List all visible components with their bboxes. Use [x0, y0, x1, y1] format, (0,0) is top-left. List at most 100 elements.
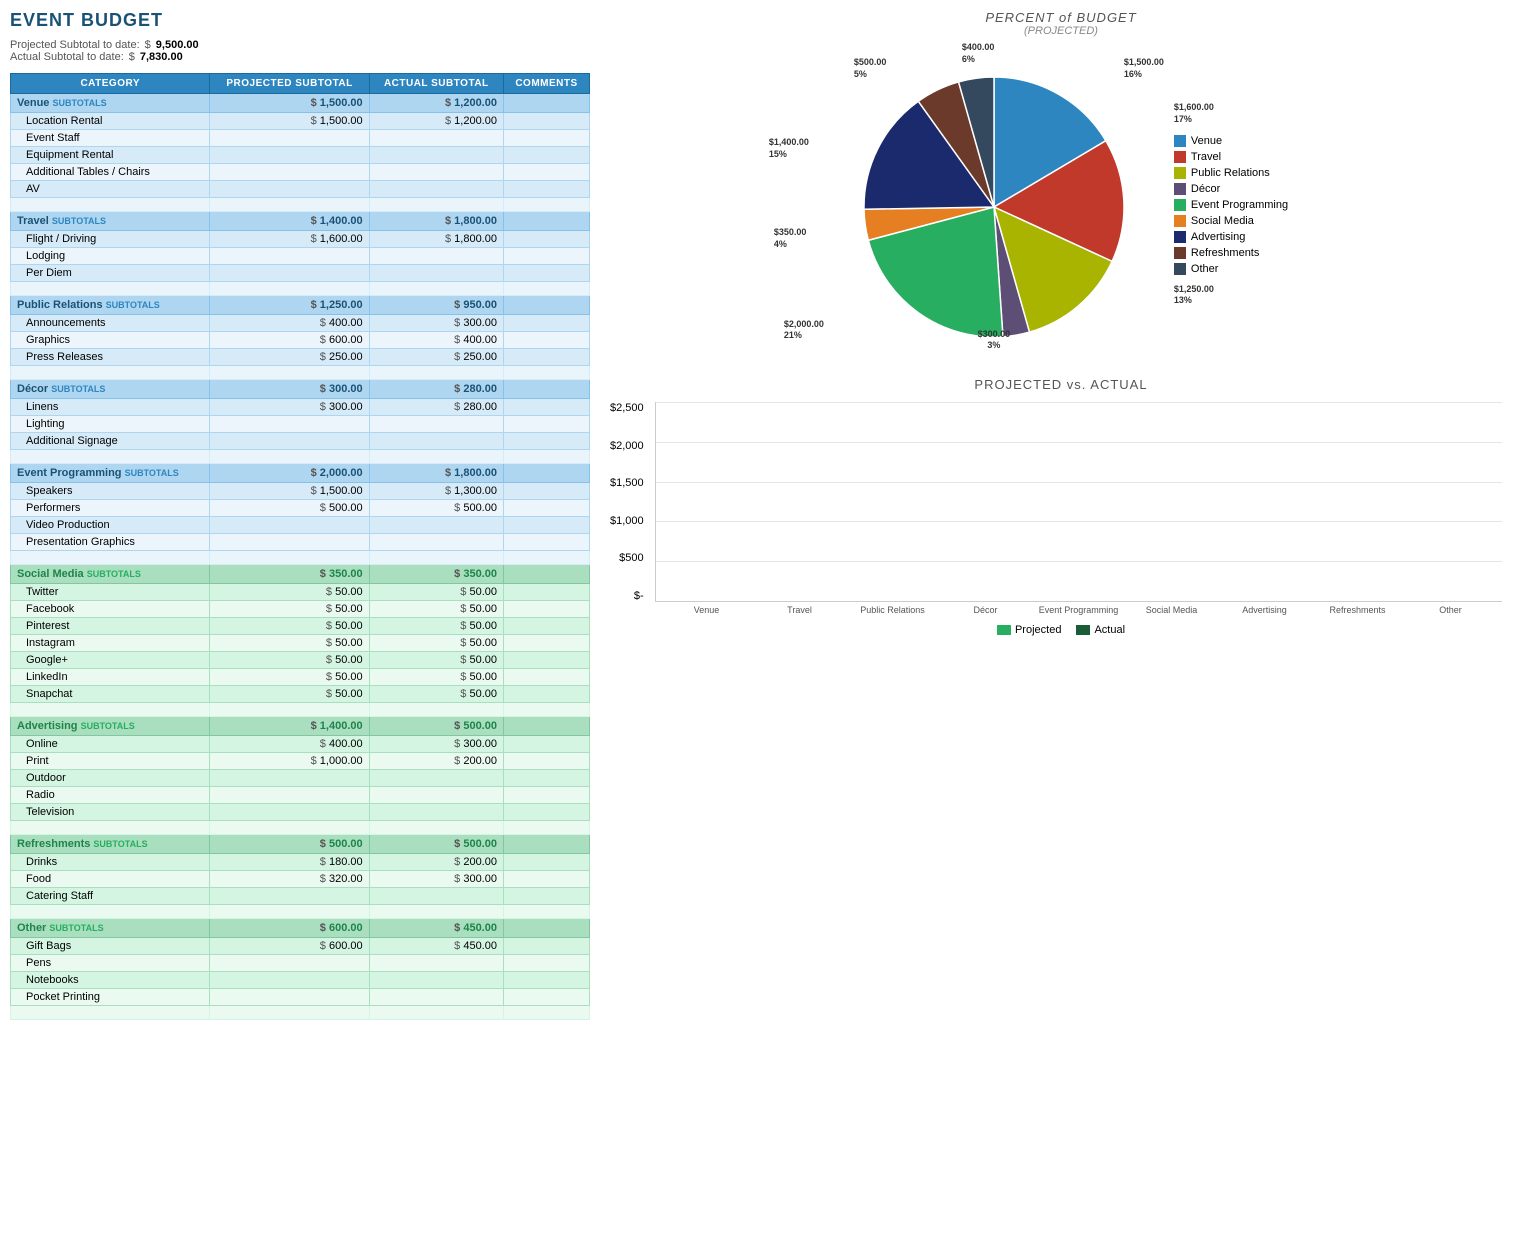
item-projected: $ 50.00 — [210, 635, 369, 652]
table-row: Pocket Printing — [11, 989, 590, 1006]
empty-row — [11, 821, 590, 835]
item-comments — [503, 164, 589, 181]
category-name: Public Relations — [17, 299, 103, 311]
legend-color-box — [1174, 199, 1186, 211]
table-row: Performers$ 500.00$ 500.00 — [11, 500, 590, 517]
item-actual: $ 300.00 — [369, 736, 503, 753]
legend-label: Public Relations — [1191, 167, 1270, 179]
legend-label: Event Programming — [1191, 199, 1288, 211]
item-name: Food — [11, 871, 210, 888]
item-name: Location Rental — [11, 113, 210, 130]
empty-row — [11, 551, 590, 565]
y-label-500: $500 — [619, 552, 643, 564]
projected-subtotal: $ 500.00 — [210, 835, 369, 854]
bar-label: Public Relations — [846, 605, 939, 616]
legend-label: Advertising — [1191, 231, 1245, 243]
table-header: ACTUAL SUBTOTAL — [369, 74, 503, 94]
pie-chart-subtitle: (PROJECTED) — [834, 25, 1288, 37]
item-projected: $ 1,600.00 — [210, 231, 369, 248]
projected-label: Projected Subtotal to date: — [10, 39, 140, 51]
item-projected: $ 50.00 — [210, 584, 369, 601]
item-projected: $ 400.00 — [210, 736, 369, 753]
item-projected — [210, 804, 369, 821]
item-actual — [369, 147, 503, 164]
bar-label: Event Programming — [1032, 605, 1125, 616]
item-projected: $ 50.00 — [210, 669, 369, 686]
comments-cell — [503, 212, 589, 231]
item-projected: $ 1,500.00 — [210, 113, 369, 130]
y-label-1500: $1,500 — [610, 477, 644, 489]
item-comments — [503, 332, 589, 349]
empty-row — [11, 282, 590, 296]
subtotals-label: SUBTOTALS — [87, 569, 141, 579]
table-row: LinkedIn$ 50.00$ 50.00 — [11, 669, 590, 686]
item-actual — [369, 130, 503, 147]
pie-label-venue: $1,500.0016% — [1124, 57, 1164, 80]
item-name: Speakers — [11, 483, 210, 500]
comments-cell — [503, 296, 589, 315]
item-name: Catering Staff — [11, 888, 210, 905]
item-projected: $ 1,000.00 — [210, 753, 369, 770]
category-row: Venue SUBTOTALS$ 1,500.00$ 1,200.00 — [11, 94, 590, 113]
item-projected — [210, 888, 369, 905]
bar-label: Venue — [660, 605, 753, 616]
item-name: Event Staff — [11, 130, 210, 147]
item-projected — [210, 955, 369, 972]
item-projected — [210, 787, 369, 804]
subtotals-label: SUBTOTALS — [52, 216, 106, 226]
item-comments — [503, 147, 589, 164]
category-name: Travel — [17, 215, 49, 227]
table-row: Flight / Driving$ 1,600.00$ 1,800.00 — [11, 231, 590, 248]
item-name: Online — [11, 736, 210, 753]
legend-item-event-programming: Event Programming — [1174, 199, 1288, 211]
legend-projected-box — [997, 625, 1011, 635]
category-row: Social Media SUBTOTALS$ 350.00$ 350.00 — [11, 565, 590, 584]
legend-label: Travel — [1191, 151, 1221, 163]
item-projected — [210, 130, 369, 147]
table-row: Per Diem — [11, 265, 590, 282]
actual-subtotal: $ 500.00 — [369, 717, 503, 736]
pie-legend: VenueTravelPublic RelationsDécorEvent Pr… — [1174, 135, 1288, 279]
category-name: Refreshments — [17, 838, 90, 850]
item-actual: $ 300.00 — [369, 871, 503, 888]
actual-subtotal: $ 280.00 — [369, 380, 503, 399]
item-comments — [503, 416, 589, 433]
item-name: Per Diem — [11, 265, 210, 282]
empty-row — [11, 198, 590, 212]
category-name: Social Media — [17, 568, 84, 580]
pie-label-decor-bottom: $300.003% — [978, 329, 1011, 352]
item-actual — [369, 888, 503, 905]
table-row: Speakers$ 1,500.00$ 1,300.00 — [11, 483, 590, 500]
actual-subtotal: $ 1,200.00 — [369, 94, 503, 113]
item-comments — [503, 265, 589, 282]
comments-cell — [503, 717, 589, 736]
table-header: CATEGORY — [11, 74, 210, 94]
item-projected — [210, 534, 369, 551]
table-row: Television — [11, 804, 590, 821]
bar-label: Refreshments — [1311, 605, 1404, 616]
item-actual — [369, 804, 503, 821]
legend-label: Refreshments — [1191, 247, 1259, 259]
legend-color-box — [1174, 167, 1186, 179]
legend-color-box — [1174, 263, 1186, 275]
item-name: Lodging — [11, 248, 210, 265]
item-comments — [503, 669, 589, 686]
item-comments — [503, 888, 589, 905]
actual-subtotal: $ 350.00 — [369, 565, 503, 584]
projected-dollar: $ — [145, 39, 151, 51]
item-comments — [503, 753, 589, 770]
item-actual — [369, 534, 503, 551]
category-row: Travel SUBTOTALS$ 1,400.00$ 1,800.00 — [11, 212, 590, 231]
item-comments — [503, 804, 589, 821]
projected-value: 9,500.00 — [156, 39, 199, 51]
pie-label-social: $350.004% — [774, 227, 807, 250]
item-name: Outdoor — [11, 770, 210, 787]
category-name: Venue — [17, 97, 49, 109]
legend-item-advertising: Advertising — [1174, 231, 1288, 243]
item-projected — [210, 147, 369, 164]
item-actual: $ 1,800.00 — [369, 231, 503, 248]
item-actual: $ 280.00 — [369, 399, 503, 416]
item-comments — [503, 972, 589, 989]
table-row: Gift Bags$ 600.00$ 450.00 — [11, 938, 590, 955]
right-panel: PERCENT of BUDGET (PROJECTED) $1,500.001… — [610, 10, 1512, 1020]
